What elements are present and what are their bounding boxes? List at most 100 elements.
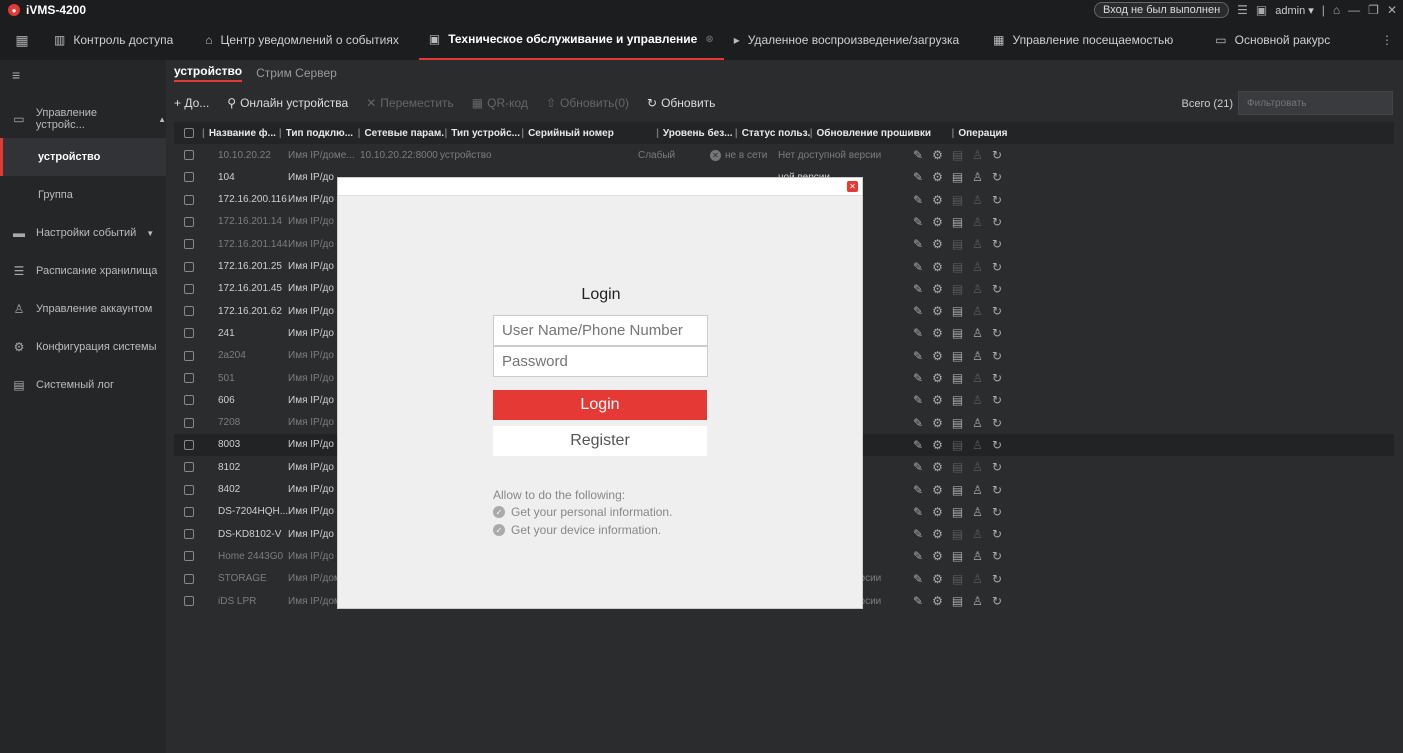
refresh-icon[interactable]: ↻	[992, 416, 1002, 430]
settings-icon[interactable]: ⚙	[932, 237, 943, 251]
settings-icon[interactable]: ⚙	[932, 416, 943, 430]
list-icon[interactable]: ☰	[1237, 3, 1248, 17]
row-checkbox[interactable]	[184, 239, 194, 250]
user-icon[interactable]: ♙	[972, 260, 983, 274]
username-input[interactable]	[493, 315, 708, 346]
refresh-icon[interactable]: ↻	[992, 483, 1002, 497]
settings-icon[interactable]: ⚙	[932, 215, 943, 229]
settings-icon[interactable]: ⚙	[932, 572, 943, 586]
row-checkbox[interactable]	[184, 417, 194, 428]
row-checkbox[interactable]	[184, 529, 194, 540]
edit-icon[interactable]: ✎	[913, 371, 923, 385]
header-security[interactable]: Уровень без...	[663, 128, 735, 139]
row-checkbox[interactable]	[184, 328, 194, 339]
remote-config-icon[interactable]: ▤	[952, 594, 963, 608]
remote-config-icon[interactable]: ▤	[952, 304, 963, 318]
lock-icon[interactable]: ⌂	[1333, 3, 1340, 17]
refresh-icon[interactable]: ↻	[992, 148, 1002, 162]
row-checkbox[interactable]	[184, 373, 194, 383]
remote-config-icon[interactable]: ▤	[952, 282, 963, 296]
row-checkbox[interactable]	[184, 596, 194, 606]
remote-config-icon[interactable]: ▤	[952, 549, 963, 563]
dialog-close-icon[interactable]: ✕	[847, 181, 858, 192]
settings-icon[interactable]: ⚙	[932, 527, 943, 541]
row-checkbox[interactable]	[184, 150, 194, 160]
user-icon[interactable]: ♙	[972, 527, 983, 541]
row-checkbox[interactable]	[184, 551, 194, 562]
remote-config-icon[interactable]: ▤	[952, 572, 963, 586]
settings-icon[interactable]: ⚙	[932, 282, 943, 296]
login-status-badge[interactable]: Вход не был выполнен	[1094, 2, 1230, 18]
header-name[interactable]: Название ф...	[209, 128, 279, 139]
remote-config-icon[interactable]: ▤	[952, 393, 963, 407]
remote-config-icon[interactable]: ▤	[952, 438, 963, 452]
row-checkbox[interactable]	[184, 172, 194, 183]
refresh-icon[interactable]: ↻	[992, 505, 1002, 519]
row-checkbox[interactable]	[184, 439, 194, 450]
edit-icon[interactable]: ✎	[913, 148, 923, 162]
edit-icon[interactable]: ✎	[913, 438, 923, 452]
tab-attendance[interactable]: ▦ Управление посещаемостью	[983, 20, 1183, 60]
edit-icon[interactable]: ✎	[913, 460, 923, 474]
refresh-icon[interactable]: ↻	[992, 594, 1002, 608]
user-icon[interactable]: ♙	[972, 416, 983, 430]
remote-config-icon[interactable]: ▤	[952, 215, 963, 229]
edit-icon[interactable]: ✎	[913, 237, 923, 251]
user-icon[interactable]: ♙	[972, 193, 983, 207]
settings-icon[interactable]: ⚙	[932, 304, 943, 318]
edit-icon[interactable]: ✎	[913, 326, 923, 340]
remote-config-icon[interactable]: ▤	[952, 505, 963, 519]
remote-config-icon[interactable]: ▤	[952, 527, 963, 541]
header-net[interactable]: Сетевые парам...	[364, 128, 444, 139]
edit-icon[interactable]: ✎	[913, 483, 923, 497]
edit-icon[interactable]: ✎	[913, 304, 923, 318]
settings-icon[interactable]: ⚙	[932, 326, 943, 340]
remote-config-icon[interactable]: ▤	[952, 237, 963, 251]
refresh-icon[interactable]: ↻	[992, 572, 1002, 586]
row-checkbox[interactable]	[184, 261, 194, 272]
user-icon[interactable]: ♙	[972, 594, 983, 608]
remote-config-icon[interactable]: ▤	[952, 483, 963, 497]
settings-icon[interactable]: ⚙	[932, 349, 943, 363]
restore-icon[interactable]: ❐	[1368, 3, 1379, 17]
sidebar-item-config[interactable]: ⚙ Конфигурация системы	[0, 328, 166, 366]
close-icon[interactable]: ✕	[1387, 3, 1397, 17]
add-device-button[interactable]: + До...	[174, 96, 209, 110]
refresh-icon[interactable]: ↻	[992, 460, 1002, 474]
header-firmware[interactable]: Обновление прошивки	[817, 128, 952, 139]
image-icon[interactable]: ▣	[1256, 3, 1267, 17]
sidebar-item-accounts[interactable]: ♙ Управление аккаунтом	[0, 290, 166, 328]
password-input[interactable]	[493, 346, 708, 377]
header-conn[interactable]: Тип подклю...	[286, 128, 358, 139]
user-icon[interactable]: ♙	[972, 215, 983, 229]
more-vertical-icon[interactable]: ⋮	[1381, 33, 1393, 47]
refresh-icon[interactable]: ↻	[992, 237, 1002, 251]
tab-close-icon[interactable]: ⊗	[705, 34, 713, 45]
update-button[interactable]: ⇧ Обновить(0)	[546, 96, 629, 110]
tab-device[interactable]: устройство	[174, 64, 243, 82]
user-icon[interactable]: ♙	[972, 282, 983, 296]
row-checkbox[interactable]	[184, 194, 194, 205]
header-type[interactable]: Тип устройс...	[451, 128, 521, 139]
row-checkbox[interactable]	[184, 350, 194, 361]
row-checkbox[interactable]	[184, 462, 194, 473]
refresh-icon[interactable]: ↻	[992, 215, 1002, 229]
row-checkbox[interactable]	[184, 306, 194, 317]
tab-access-control[interactable]: ▥ Контроль доступа	[44, 20, 183, 60]
edit-icon[interactable]: ✎	[913, 215, 923, 229]
refresh-icon[interactable]: ↻	[992, 326, 1002, 340]
sidebar-item-storage[interactable]: ☰ Расписание хранилища	[0, 252, 166, 290]
settings-icon[interactable]: ⚙	[932, 371, 943, 385]
edit-icon[interactable]: ✎	[913, 549, 923, 563]
refresh-icon[interactable]: ↻	[992, 260, 1002, 274]
row-checkbox[interactable]	[184, 506, 194, 517]
header-status[interactable]: Статус польз...	[742, 128, 810, 139]
edit-icon[interactable]: ✎	[913, 416, 923, 430]
remote-config-icon[interactable]: ▤	[952, 148, 963, 162]
user-icon[interactable]: ♙	[972, 148, 983, 162]
login-button[interactable]: Login	[493, 390, 707, 420]
row-checkbox[interactable]	[184, 484, 194, 495]
online-devices-button[interactable]: ⚲ Онлайн устройства	[227, 96, 348, 110]
edit-icon[interactable]: ✎	[913, 260, 923, 274]
remote-config-icon[interactable]: ▤	[952, 170, 963, 184]
